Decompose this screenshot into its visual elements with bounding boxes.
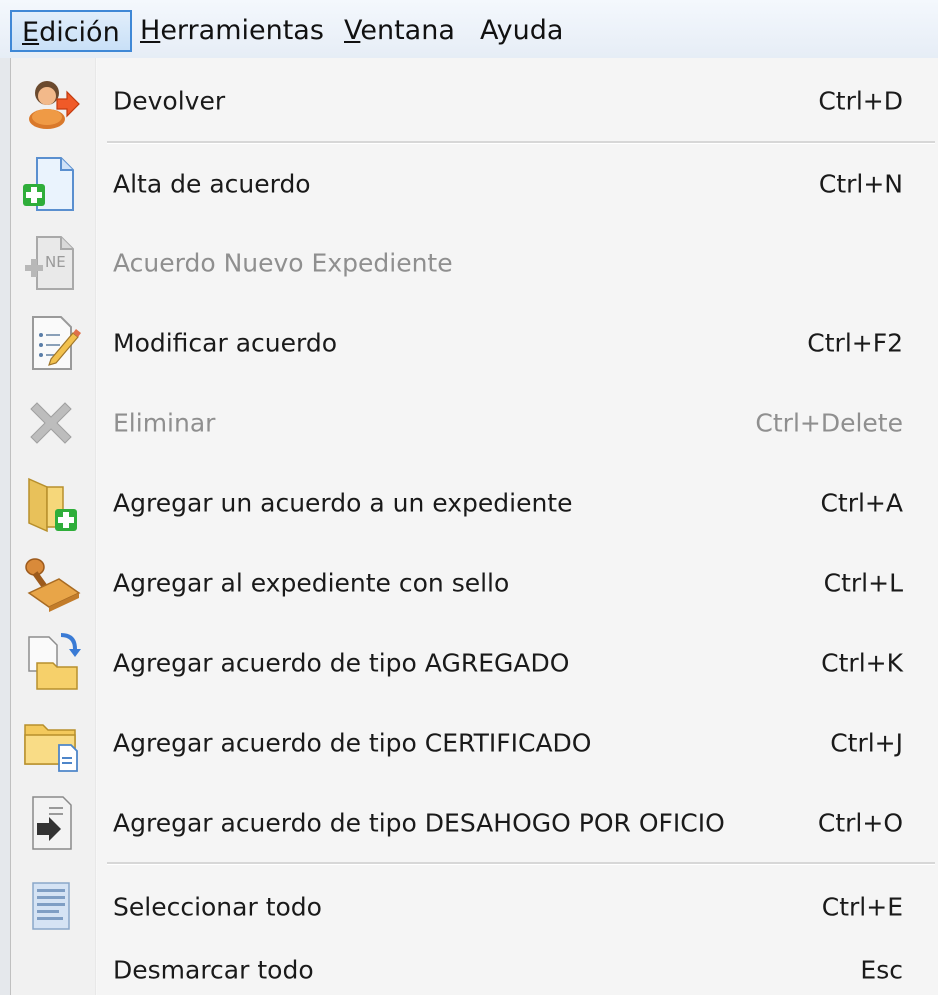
menu-herramientas[interactable]: Herramientas (134, 10, 330, 52)
menu-separator (107, 862, 935, 865)
menu-item-devolver[interactable]: Devolver Ctrl+D (11, 64, 938, 138)
folder-document-icon (24, 724, 78, 772)
menu-item-tipo-agregado[interactable]: Agregar acuerdo de tipo AGREGADO Ctrl+K (11, 626, 938, 700)
new-document-icon (23, 157, 74, 211)
menu-separator (107, 141, 935, 144)
menu-item-modificar-acuerdo[interactable]: Modificar acuerdo Ctrl+F2 (11, 306, 938, 380)
document-to-folder-icon (28, 633, 81, 690)
edit-document-icon (32, 316, 81, 370)
menu-item-eliminar[interactable]: Eliminar Ctrl+Delete (11, 386, 938, 460)
menu-ayuda[interactable]: Ayuda (474, 10, 569, 52)
stamp-icon (25, 558, 81, 612)
menu-ventana[interactable]: Ventana (338, 10, 461, 52)
select-all-icon (32, 882, 70, 930)
menu-item-tipo-desahogo-por-oficio[interactable]: Agregar acuerdo de tipo DESAHOGO POR OFI… (11, 786, 938, 860)
menu-item-desmarcar-todo[interactable]: Desmarcar todo Esc (11, 933, 938, 1007)
menu-edicion[interactable]: Edición (10, 10, 132, 52)
document-arrow-icon (32, 796, 72, 850)
menu-item-agregar-con-sello[interactable]: Agregar al expediente con sello Ctrl+L (11, 546, 938, 620)
delete-x-icon (30, 402, 72, 444)
svg-text:NE: NE (45, 253, 66, 271)
menu-bar: Edición Herramientas Ventana Ayuda (0, 0, 938, 59)
user-arrow-icon (29, 81, 80, 129)
menu-item-agregar-acuerdo-expediente[interactable]: Agregar un acuerdo a un expediente Ctrl+… (11, 466, 938, 540)
menu-item-acuerdo-nuevo-expediente[interactable]: NE Acuerdo Nuevo Expediente (11, 226, 938, 300)
ne-document-icon: NE (25, 236, 74, 290)
folder-add-icon (28, 477, 77, 533)
menu-item-alta-de-acuerdo[interactable]: Alta de acuerdo Ctrl+N (11, 147, 938, 221)
edicion-dropdown-menu: Devolver Ctrl+D Alta de acuerdo Ctrl+N N… (10, 58, 938, 995)
menu-item-tipo-certificado[interactable]: Agregar acuerdo de tipo CERTIFICADO Ctrl… (11, 706, 938, 780)
